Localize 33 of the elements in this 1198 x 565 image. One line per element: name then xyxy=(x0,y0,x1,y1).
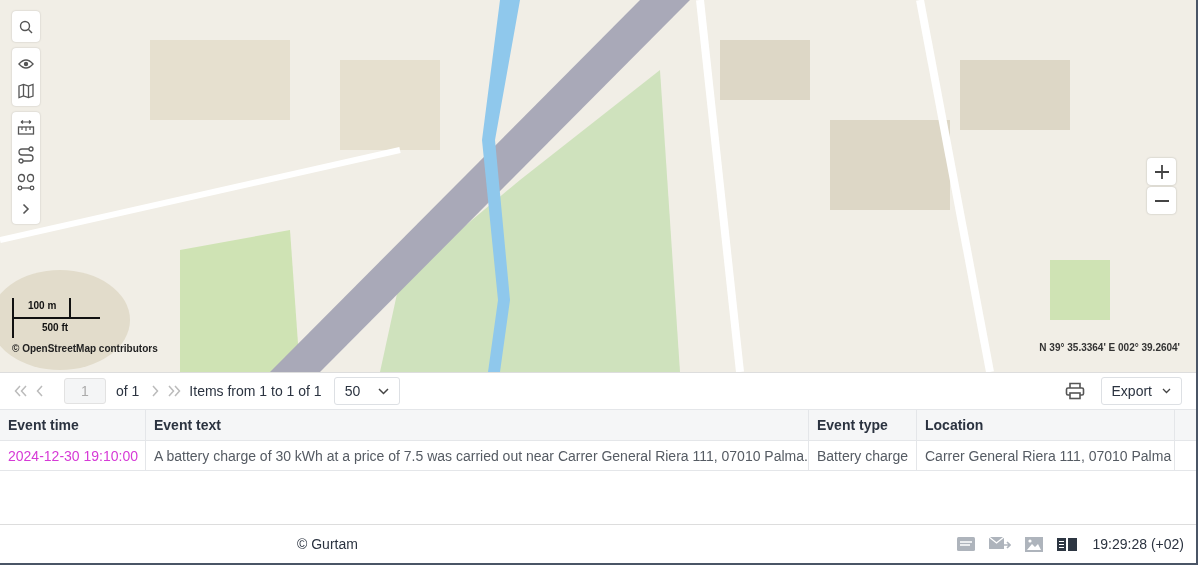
column-header[interactable]: Event time xyxy=(0,410,146,440)
ruler-icon xyxy=(17,118,35,137)
attribution-text: © OpenStreetMap contributors xyxy=(12,343,158,354)
clock-text: 19:29:28 (+02) xyxy=(1092,536,1184,552)
plus-icon xyxy=(1154,164,1169,179)
panel-layout-icon[interactable] xyxy=(1056,537,1077,551)
scale-label: 500 ft xyxy=(42,322,69,333)
page-count: of 1 xyxy=(116,383,140,399)
table-cell: Carrer General Riera 111, 07010 Palma xyxy=(917,441,1175,470)
table-cell: A battery charge of 30 kWh at a price of 7.5 was carried out near Carrer General Riera 111, 07010 Palma. xyxy=(146,441,809,470)
chevron-right-icon xyxy=(22,202,30,215)
zoom-in-button[interactable] xyxy=(1147,158,1176,185)
printer-icon xyxy=(1064,382,1085,400)
items-range-text: Items from 1 to 1 of 1 xyxy=(189,383,322,399)
table-cell: Battery charge xyxy=(809,441,917,470)
route-icon xyxy=(17,145,35,164)
table-cell: 2024-12-30 19:10:00 xyxy=(0,441,146,470)
zoom-out-button[interactable] xyxy=(1147,187,1176,214)
column-header[interactable]: Event type xyxy=(809,410,917,440)
chevron-down-icon xyxy=(378,387,390,395)
copyright-text: © Gurtam xyxy=(297,536,358,552)
column-header[interactable]: Event text xyxy=(146,410,809,440)
export-dropdown[interactable]: Export xyxy=(1100,377,1182,405)
pins-icon xyxy=(17,172,35,191)
minus-icon xyxy=(1154,199,1169,202)
column-header[interactable]: Location xyxy=(917,410,1175,440)
search-icon xyxy=(19,19,33,34)
map-icon xyxy=(18,82,34,99)
coordinates-text: N 39° 35.3364' E 002° 39.2604' xyxy=(1039,342,1180,353)
eye-icon xyxy=(18,57,34,70)
page-size-dropdown[interactable]: 50 xyxy=(333,377,401,405)
chevron-down-icon xyxy=(1162,388,1171,394)
scale-label: 100 m xyxy=(28,300,57,311)
